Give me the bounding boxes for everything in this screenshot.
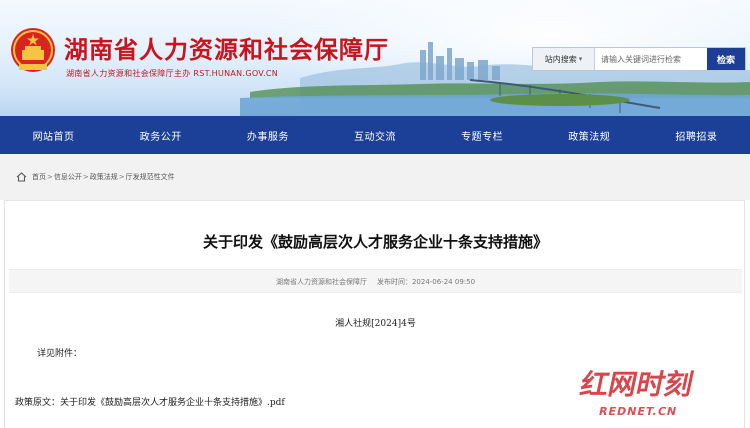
search-box: 站内搜索 ▾ 检索 [532,47,746,71]
breadcrumb-normative-docs[interactable]: 厅发规范性文件 [126,172,175,182]
nav-item-policies[interactable]: 政策法规 [536,128,643,143]
breadcrumb: 首页 > 信息公开 > 政策法规 > 厅发规范性文件 [16,172,175,182]
search-scope-label: 站内搜索 [544,54,577,64]
search-scope-select[interactable]: 站内搜索 ▾ [533,48,595,70]
national-emblem-icon [11,28,55,72]
svg-text:红网时刻: 红网时刻 [577,368,696,401]
site-header: 湖南省人力资源和社会保障厅 湖南省人力资源和社会保障厅主办 RST.HUNAN.… [0,0,750,116]
breadcrumb-policies[interactable]: 政策法规 [90,172,118,182]
breadcrumb-separator: > [47,173,53,181]
nav-item-special-topics[interactable]: 专题专栏 [429,128,536,143]
nav-item-interaction[interactable]: 互动交流 [321,128,428,143]
article-publisher: 湖南省人力资源和社会保障厅 [275,278,367,286]
attachment-label: 政策原文： [15,398,61,408]
nav-item-gov-affairs[interactable]: 政务公开 [107,128,214,143]
breadcrumb-separator: > [82,173,89,181]
breadcrumb-bar: 首页 > 信息公开 > 政策法规 > 厅发规范性文件 [0,154,750,200]
svg-text:REDNET.CN: REDNET.CN [598,405,679,418]
article-meta-bar: 湖南省人力资源和社会保障厅 发布时间：2024-06-24 09:50 [9,269,742,293]
chevron-down-icon: ▾ [578,55,583,63]
main-nav: 网站首页 政务公开 办事服务 互动交流 专题专栏 政策法规 招聘招录 [0,116,750,154]
article-meta: 湖南省人力资源和社会保障厅 发布时间：2024-06-24 09:50 [9,277,742,287]
site-subtitle: 湖南省人力资源和社会保障厅主办 RST.HUNAN.GOV.CN [66,69,279,78]
breadcrumb-info-public[interactable]: 信息公开 [54,172,82,182]
site-title: 湖南省人力资源和社会保障厅 [64,36,389,64]
article-title: 关于印发《鼓励高层次人才服务企业十条支持措施》 [202,233,548,251]
document-number: 湘人社规[2024]4号 [335,319,416,329]
attachment-link[interactable]: 关于印发《鼓励高层次人才服务企业十条支持措施》.pdf [60,398,285,408]
attachment-line: 政策原文：关于印发《鼓励高层次人才服务企业十条支持措施》.pdf [15,395,285,408]
nav-item-home[interactable]: 网站首页 [0,128,107,143]
search-input[interactable] [595,48,707,70]
publish-time: 2024-06-24 09:50 [411,278,476,286]
see-attachment-text: 详见附件： [37,349,83,359]
breadcrumb-separator: > [118,173,125,181]
nav-item-services[interactable]: 办事服务 [214,128,321,143]
home-icon[interactable] [16,172,27,182]
nav-item-recruitment[interactable]: 招聘招录 [643,128,750,143]
publish-time-label: 发布时间： [376,278,412,286]
breadcrumb-home[interactable]: 首页 [32,172,46,182]
rednet-watermark-logo: 红网时刻 REDNET.CN [577,368,696,418]
search-button[interactable]: 检索 [707,48,745,70]
